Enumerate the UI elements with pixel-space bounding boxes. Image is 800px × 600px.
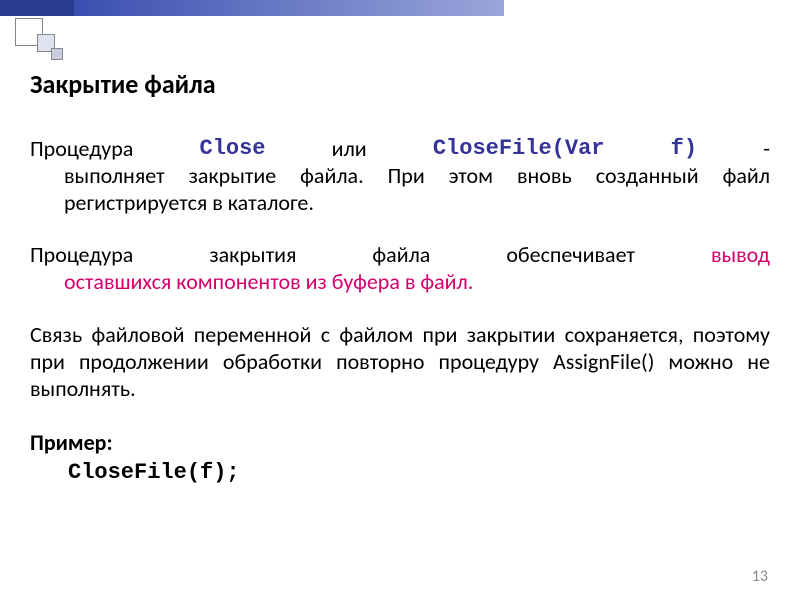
header-stripe-gradient xyxy=(74,0,504,16)
decorative-squares xyxy=(15,18,75,63)
slide-content: Закрытие файла Процедура Close или Close… xyxy=(30,68,770,485)
header-stripe-light xyxy=(504,0,800,16)
header-stripe-dark xyxy=(0,0,74,16)
example-code: CloseFile(f); xyxy=(30,460,770,485)
highlight-text-rest: оставшихся компонентов из буфера в файл. xyxy=(30,269,770,296)
text: обеспечивает xyxy=(506,242,635,269)
header-stripe xyxy=(0,0,800,16)
text: - xyxy=(763,136,770,163)
example-label: Пример: xyxy=(30,429,770,456)
paragraph-1-rest: выполняет закрытие файла. При этом вновь… xyxy=(30,163,770,217)
slide-title: Закрытие файла xyxy=(30,68,770,100)
page-number: 13 xyxy=(752,567,768,586)
paragraph-3: Связь файловой переменной с файлом при з… xyxy=(30,322,770,402)
text: Процедура xyxy=(30,136,133,163)
keyword-closefile-arg: f) xyxy=(671,136,697,163)
highlight-text: вывод xyxy=(711,242,770,269)
text: закрытия xyxy=(209,242,296,269)
text: Процедура xyxy=(30,242,133,269)
keyword-close: Close xyxy=(200,136,266,163)
keyword-closefile: CloseFile(Var xyxy=(433,136,605,163)
text: или xyxy=(332,136,367,163)
paragraph-3-text: Связь файловой переменной с файлом при з… xyxy=(30,322,770,402)
paragraph-1: Процедура Close или CloseFile(Var f) - в… xyxy=(30,136,770,216)
text: файла xyxy=(372,242,430,269)
square-small-icon xyxy=(51,48,63,60)
paragraph-2: Процедура закрытия файла обеспечивает вы… xyxy=(30,242,770,296)
